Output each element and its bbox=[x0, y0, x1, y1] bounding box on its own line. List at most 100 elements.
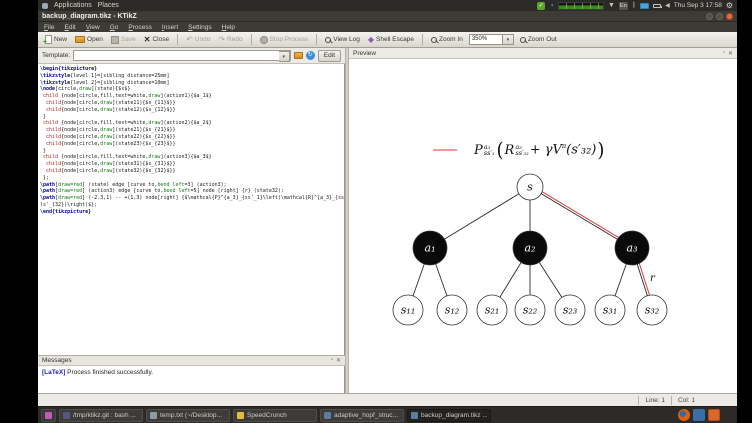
edge-a1-s11 bbox=[412, 263, 425, 297]
formula-R: R bbox=[504, 142, 515, 158]
network-icon[interactable]: ▼ bbox=[608, 2, 615, 9]
menu-help[interactable]: Help bbox=[222, 24, 235, 31]
close-file-button[interactable]: ✕ Close bbox=[142, 34, 171, 45]
maximize-button[interactable] bbox=[716, 12, 723, 20]
messages-dock-icons: ▫ ✕ bbox=[331, 357, 341, 364]
bluetooth-icon[interactable]: ᛒ bbox=[632, 2, 636, 9]
diagram-node-label-s22: s₂₂ bbox=[523, 304, 537, 317]
message-text: Process finished successfully. bbox=[65, 369, 154, 376]
desktop: Applications Places ✓ ◔ ▼ En ᛒ ◀ Thu Sep… bbox=[38, 0, 737, 423]
code-line: } bbox=[40, 113, 47, 120]
code-line: \end{tikzpicture} bbox=[40, 208, 92, 215]
undo-button[interactable]: ↶ Undo bbox=[184, 34, 212, 45]
stop-process-button[interactable]: Stop Process bbox=[258, 35, 311, 45]
keyboard-layout-indicator[interactable]: En bbox=[618, 1, 628, 10]
new-button[interactable]: New bbox=[43, 34, 69, 46]
diagram-node-label-s21: s₂₁ bbox=[485, 304, 499, 317]
statusbar-separator bbox=[638, 395, 640, 405]
messages-float-icon[interactable]: ▫ bbox=[331, 357, 333, 364]
redo-button[interactable]: ↷ Redo bbox=[216, 34, 244, 45]
menu-file[interactable]: File bbox=[44, 24, 55, 31]
messages-dock-header: Messages ▫ ✕ bbox=[38, 355, 345, 366]
open-button[interactable]: Open bbox=[73, 35, 105, 44]
places-menu[interactable]: Places bbox=[98, 2, 119, 9]
clock[interactable]: Thu Sep 3 17:58 bbox=[674, 2, 722, 9]
firefox-icon[interactable] bbox=[678, 409, 690, 421]
preview-dock-icons: ▫ ✕ bbox=[723, 50, 733, 57]
code-line: }; bbox=[40, 174, 50, 181]
code-line: (s'_{32})\right)$}; bbox=[40, 201, 98, 208]
menu-view[interactable]: View bbox=[86, 24, 100, 31]
close-button[interactable] bbox=[726, 12, 733, 20]
red-edge-a3-s32 bbox=[638, 263, 650, 296]
system-monitor-graph[interactable] bbox=[557, 1, 604, 10]
shell-escape-button[interactable]: ◆ Shell Escape bbox=[366, 34, 416, 45]
view-log-button[interactable]: View Log bbox=[323, 35, 362, 44]
taskbar-window-button[interactable]: temp.txt (~/Desktop... bbox=[146, 408, 230, 422]
code-editor[interactable]: \begin{tikzpicture} \tikzstyle{level 1}=[… bbox=[38, 64, 345, 355]
app-icon bbox=[63, 411, 70, 419]
zoom-level-combobox[interactable]: 350% ▾ bbox=[468, 34, 514, 45]
menu-settings[interactable]: Settings bbox=[188, 24, 212, 31]
shell-escape-icon: ◆ bbox=[367, 35, 375, 44]
template-combobox[interactable]: ▾ bbox=[73, 50, 291, 62]
app-icon bbox=[324, 411, 331, 419]
edge-s-a3 bbox=[540, 193, 618, 240]
battery-icon[interactable] bbox=[653, 3, 663, 8]
code-line: child{node[circle,draw](state31){$s_{31}… bbox=[46, 161, 176, 168]
session-gear-icon[interactable]: ⚙ bbox=[726, 1, 733, 10]
diagram-node-label-s: s bbox=[527, 181, 533, 194]
update-ok-icon[interactable]: ✓ bbox=[537, 1, 546, 10]
code-line: child{node[circle,draw](state32){$s_{32}… bbox=[46, 167, 176, 174]
code-line: child{node[circle,draw](state21){$s_{21}… bbox=[46, 127, 176, 134]
cursor-col-indicator: Col: 1 bbox=[678, 396, 695, 404]
applications-menu[interactable]: Applications bbox=[54, 2, 92, 9]
taskbar-window-label: SpeedCrunch bbox=[247, 411, 287, 419]
taskbar-window-button[interactable]: /tmp/ktikz.git : bash ... bbox=[59, 408, 143, 422]
zoom-out-button[interactable]: Zoom Out bbox=[518, 35, 559, 44]
minimize-button[interactable] bbox=[706, 12, 713, 20]
template-edit-button[interactable]: Edit bbox=[317, 49, 341, 62]
preview-dock-header: Preview ▫ ✕ bbox=[349, 48, 737, 59]
formula-tail: + γVπ(s′₃₂) bbox=[529, 142, 597, 158]
taskbar-window-label: temp.txt (~/Desktop... bbox=[160, 411, 222, 419]
messages-close-icon[interactable]: ✕ bbox=[336, 357, 341, 364]
template-open-icon[interactable] bbox=[293, 52, 303, 59]
latex-tag: [LaTeX] bbox=[42, 369, 66, 376]
taskbar-window-button[interactable]: backup_diagram.tikz ... bbox=[407, 408, 491, 422]
template-dropdown-icon[interactable]: ▾ bbox=[278, 51, 290, 62]
taskbar-window-button[interactable]: SpeedCrunch bbox=[233, 408, 317, 422]
formula-R-scripts: a₃ ss′₃₂ bbox=[515, 142, 529, 157]
menu-process[interactable]: Process bbox=[128, 24, 152, 31]
template-refresh-icon[interactable]: ↻ bbox=[305, 51, 315, 60]
menu-insert[interactable]: Insert bbox=[162, 24, 178, 31]
diagram-node-label-s11: s₁₁ bbox=[401, 304, 415, 317]
taskbar-window-button[interactable]: adaptive_hopf_struc... bbox=[320, 408, 404, 422]
display-icon[interactable] bbox=[640, 2, 650, 9]
diagram-node-label-s12: s₁₂ bbox=[445, 304, 459, 317]
system-tray: ✓ ◔ ▼ En ᛒ ◀ Thu Sep 3 17:58 ⚙ bbox=[537, 1, 733, 10]
save-button[interactable]: Save bbox=[109, 35, 138, 45]
preview-close-icon[interactable]: ✕ bbox=[728, 50, 733, 57]
taskbar-tray bbox=[678, 409, 720, 421]
menu-edit[interactable]: Edit bbox=[65, 24, 76, 31]
preview-float-icon[interactable]: ▫ bbox=[723, 50, 725, 57]
diagram-node-label-a3: a₃ bbox=[627, 242, 638, 255]
zoom-in-icon bbox=[430, 36, 437, 43]
blue-app-icon[interactable] bbox=[693, 409, 705, 421]
top-panel: Applications Places ✓ ◔ ▼ En ᛒ ◀ Thu Sep… bbox=[38, 0, 737, 11]
code-line: \path[draw=red] (state) edge [curve to,b… bbox=[40, 181, 227, 188]
time-tracker-icon[interactable]: ◔ bbox=[549, 1, 554, 10]
volume-icon[interactable]: ◀ bbox=[665, 2, 670, 9]
template-label: Template: bbox=[42, 52, 71, 59]
zoom-level-dropdown-icon[interactable]: ▾ bbox=[502, 34, 514, 45]
menu-go[interactable]: Go bbox=[110, 24, 119, 31]
reward-edge-label: r bbox=[650, 273, 656, 284]
code-line: child{node[circle,draw](state11){$s_{11}… bbox=[46, 99, 176, 106]
applications-menu-icon bbox=[42, 2, 48, 9]
zoom-in-button[interactable]: Zoom In bbox=[429, 35, 465, 44]
show-desktop-button[interactable] bbox=[41, 408, 56, 422]
formula-lparen: ( bbox=[496, 138, 504, 162]
orange-app-icon[interactable] bbox=[708, 409, 720, 421]
template-row: Template: ▾ ↻ Edit bbox=[38, 48, 345, 64]
